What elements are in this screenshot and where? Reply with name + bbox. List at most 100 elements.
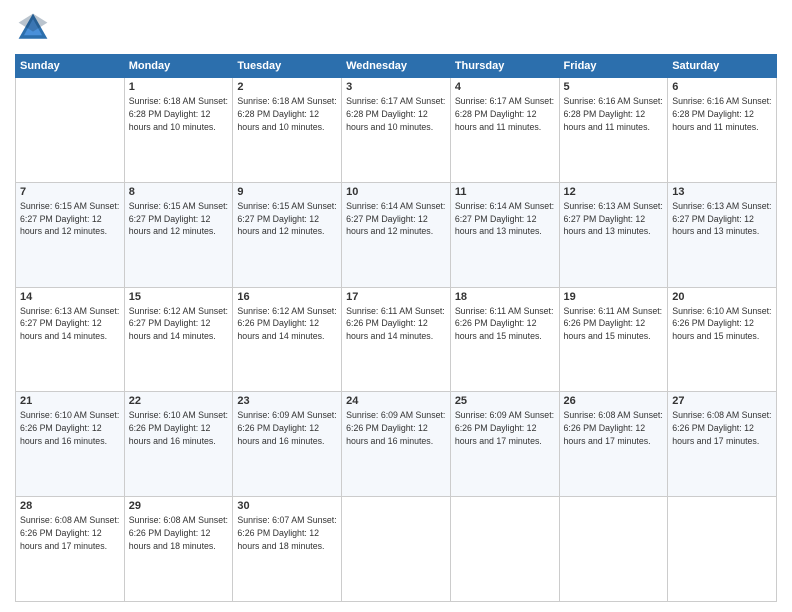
day-cell: 19 Sunrise: 6:11 AM Sunset: 6:26 PM Dayli… (559, 287, 668, 392)
day-info: Sunrise: 6:12 AM Sunset: 6:27 PM Dayligh… (129, 305, 229, 343)
day-cell: 12Sunrise: 6:13 AM Sunset: 6:27 PM Dayli… (559, 182, 668, 287)
day-cell: 14 Sunrise: 6:13 AM Sunset: 6:27 PM Dayli… (16, 287, 125, 392)
day-info: Sunrise: 6:10 AM Sunset: 6:26 PM Dayligh… (672, 305, 772, 343)
day-info: Sunrise: 6:07 AM Sunset: 6:26 PM Dayligh… (237, 514, 337, 552)
day-number: 11 (455, 186, 555, 198)
calendar-table: SundayMondayTuesdayWednesdayThursdayFrid… (15, 54, 777, 602)
weekday-header-row: SundayMondayTuesdayWednesdayThursdayFrid… (16, 55, 777, 78)
day-info: Sunrise: 6:11 AM Sunset: 6:26 PM Dayligh… (564, 305, 664, 343)
day-info: Sunrise: 6:11 AM Sunset: 6:26 PM Dayligh… (346, 305, 446, 343)
day-number: 9 (237, 186, 337, 198)
day-number: 29 (129, 500, 229, 512)
day-cell: 30 Sunrise: 6:07 AM Sunset: 6:26 PM Dayli… (233, 497, 342, 602)
weekday-header-saturday: Saturday (668, 55, 777, 78)
day-info: Sunrise: 6:16 AM Sunset: 6:28 PM Dayligh… (672, 95, 772, 133)
day-number: 30 (237, 500, 337, 512)
weekday-header-thursday: Thursday (450, 55, 559, 78)
day-info: Sunrise: 6:10 AM Sunset: 6:26 PM Dayligh… (20, 409, 120, 447)
week-row-3: 14 Sunrise: 6:13 AM Sunset: 6:27 PM Dayli… (16, 287, 777, 392)
day-cell: 27 Sunrise: 6:08 AM Sunset: 6:26 PM Dayli… (668, 392, 777, 497)
day-number: 20 (672, 291, 772, 303)
day-number: 2 (237, 81, 337, 93)
weekday-header-friday: Friday (559, 55, 668, 78)
weekday-header-sunday: Sunday (16, 55, 125, 78)
page: SundayMondayTuesdayWednesdayThursdayFrid… (0, 0, 792, 612)
day-cell: 11 Sunrise: 6:14 AM Sunset: 6:27 PM Dayli… (450, 182, 559, 287)
day-cell: 4 Sunrise: 6:17 AM Sunset: 6:28 PM Daylig… (450, 78, 559, 183)
day-info: Sunrise: 6:08 AM Sunset: 6:26 PM Dayligh… (129, 514, 229, 552)
day-cell: 3Sunrise: 6:17 AM Sunset: 6:28 PM Daylig… (342, 78, 451, 183)
day-number: 21 (20, 395, 120, 407)
day-cell: 21 Sunrise: 6:10 AM Sunset: 6:26 PM Dayli… (16, 392, 125, 497)
week-row-5: 28 Sunrise: 6:08 AM Sunset: 6:26 PM Dayli… (16, 497, 777, 602)
day-info: Sunrise: 6:13 AM Sunset: 6:27 PM Dayligh… (564, 200, 664, 238)
day-info: Sunrise: 6:11 AM Sunset: 6:26 PM Dayligh… (455, 305, 555, 343)
day-cell (559, 497, 668, 602)
day-cell (342, 497, 451, 602)
day-cell: 20 Sunrise: 6:10 AM Sunset: 6:26 PM Dayli… (668, 287, 777, 392)
day-info: Sunrise: 6:12 AM Sunset: 6:26 PM Dayligh… (237, 305, 337, 343)
day-info: Sunrise: 6:18 AM Sunset: 6:28 PM Dayligh… (129, 95, 229, 133)
day-cell: 1Sunrise: 6:18 AM Sunset: 6:28 PM Daylig… (124, 78, 233, 183)
day-cell (450, 497, 559, 602)
day-cell: 8 Sunrise: 6:15 AM Sunset: 6:27 PM Daylig… (124, 182, 233, 287)
weekday-header-monday: Monday (124, 55, 233, 78)
logo-icon (15, 10, 51, 46)
day-cell: 10 Sunrise: 6:14 AM Sunset: 6:27 PM Dayli… (342, 182, 451, 287)
day-cell: 6 Sunrise: 6:16 AM Sunset: 6:28 PM Daylig… (668, 78, 777, 183)
day-cell: 13Sunrise: 6:13 AM Sunset: 6:27 PM Dayli… (668, 182, 777, 287)
day-info: Sunrise: 6:09 AM Sunset: 6:26 PM Dayligh… (346, 409, 446, 447)
day-number: 7 (20, 186, 120, 198)
day-cell: 2 Sunrise: 6:18 AM Sunset: 6:28 PM Daylig… (233, 78, 342, 183)
day-info: Sunrise: 6:09 AM Sunset: 6:26 PM Dayligh… (237, 409, 337, 447)
day-info: Sunrise: 6:15 AM Sunset: 6:27 PM Dayligh… (237, 200, 337, 238)
day-info: Sunrise: 6:10 AM Sunset: 6:26 PM Dayligh… (129, 409, 229, 447)
day-cell: 22 Sunrise: 6:10 AM Sunset: 6:26 PM Dayli… (124, 392, 233, 497)
day-info: Sunrise: 6:14 AM Sunset: 6:27 PM Dayligh… (346, 200, 446, 238)
weekday-header-wednesday: Wednesday (342, 55, 451, 78)
day-number: 14 (20, 291, 120, 303)
day-cell: 15 Sunrise: 6:12 AM Sunset: 6:27 PM Dayli… (124, 287, 233, 392)
day-cell: 26 Sunrise: 6:08 AM Sunset: 6:26 PM Dayli… (559, 392, 668, 497)
day-info: Sunrise: 6:08 AM Sunset: 6:26 PM Dayligh… (20, 514, 120, 552)
day-info: Sunrise: 6:15 AM Sunset: 6:27 PM Dayligh… (20, 200, 120, 238)
day-info: Sunrise: 6:18 AM Sunset: 6:28 PM Dayligh… (237, 95, 337, 133)
day-info: Sunrise: 6:08 AM Sunset: 6:26 PM Dayligh… (672, 409, 772, 447)
day-number: 17 (346, 291, 446, 303)
day-cell: 23 Sunrise: 6:09 AM Sunset: 6:26 PM Dayli… (233, 392, 342, 497)
weekday-header-tuesday: Tuesday (233, 55, 342, 78)
day-info: Sunrise: 6:16 AM Sunset: 6:28 PM Dayligh… (564, 95, 664, 133)
day-number: 15 (129, 291, 229, 303)
day-cell: 28 Sunrise: 6:08 AM Sunset: 6:26 PM Dayli… (16, 497, 125, 602)
day-number: 22 (129, 395, 229, 407)
day-number: 24 (346, 395, 446, 407)
header (15, 10, 777, 46)
day-info: Sunrise: 6:15 AM Sunset: 6:27 PM Dayligh… (129, 200, 229, 238)
day-number: 27 (672, 395, 772, 407)
day-cell: 24 Sunrise: 6:09 AM Sunset: 6:26 PM Dayli… (342, 392, 451, 497)
day-info: Sunrise: 6:08 AM Sunset: 6:26 PM Dayligh… (564, 409, 664, 447)
day-info: Sunrise: 6:17 AM Sunset: 6:28 PM Dayligh… (346, 95, 446, 133)
day-number: 10 (346, 186, 446, 198)
day-cell: 25Sunrise: 6:09 AM Sunset: 6:26 PM Dayli… (450, 392, 559, 497)
day-info: Sunrise: 6:17 AM Sunset: 6:28 PM Dayligh… (455, 95, 555, 133)
day-number: 8 (129, 186, 229, 198)
day-number: 4 (455, 81, 555, 93)
day-cell: 17 Sunrise: 6:11 AM Sunset: 6:26 PM Dayli… (342, 287, 451, 392)
day-number: 28 (20, 500, 120, 512)
week-row-1: 1Sunrise: 6:18 AM Sunset: 6:28 PM Daylig… (16, 78, 777, 183)
day-cell: 16Sunrise: 6:12 AM Sunset: 6:26 PM Dayli… (233, 287, 342, 392)
week-row-2: 7 Sunrise: 6:15 AM Sunset: 6:27 PM Daylig… (16, 182, 777, 287)
day-info: Sunrise: 6:13 AM Sunset: 6:27 PM Dayligh… (672, 200, 772, 238)
day-number: 6 (672, 81, 772, 93)
day-cell: 29 Sunrise: 6:08 AM Sunset: 6:26 PM Dayli… (124, 497, 233, 602)
day-number: 19 (564, 291, 664, 303)
day-info: Sunrise: 6:13 AM Sunset: 6:27 PM Dayligh… (20, 305, 120, 343)
day-number: 23 (237, 395, 337, 407)
day-cell (668, 497, 777, 602)
day-number: 26 (564, 395, 664, 407)
day-number: 18 (455, 291, 555, 303)
day-info: Sunrise: 6:14 AM Sunset: 6:27 PM Dayligh… (455, 200, 555, 238)
day-cell: 7 Sunrise: 6:15 AM Sunset: 6:27 PM Daylig… (16, 182, 125, 287)
day-cell: 9 Sunrise: 6:15 AM Sunset: 6:27 PM Daylig… (233, 182, 342, 287)
